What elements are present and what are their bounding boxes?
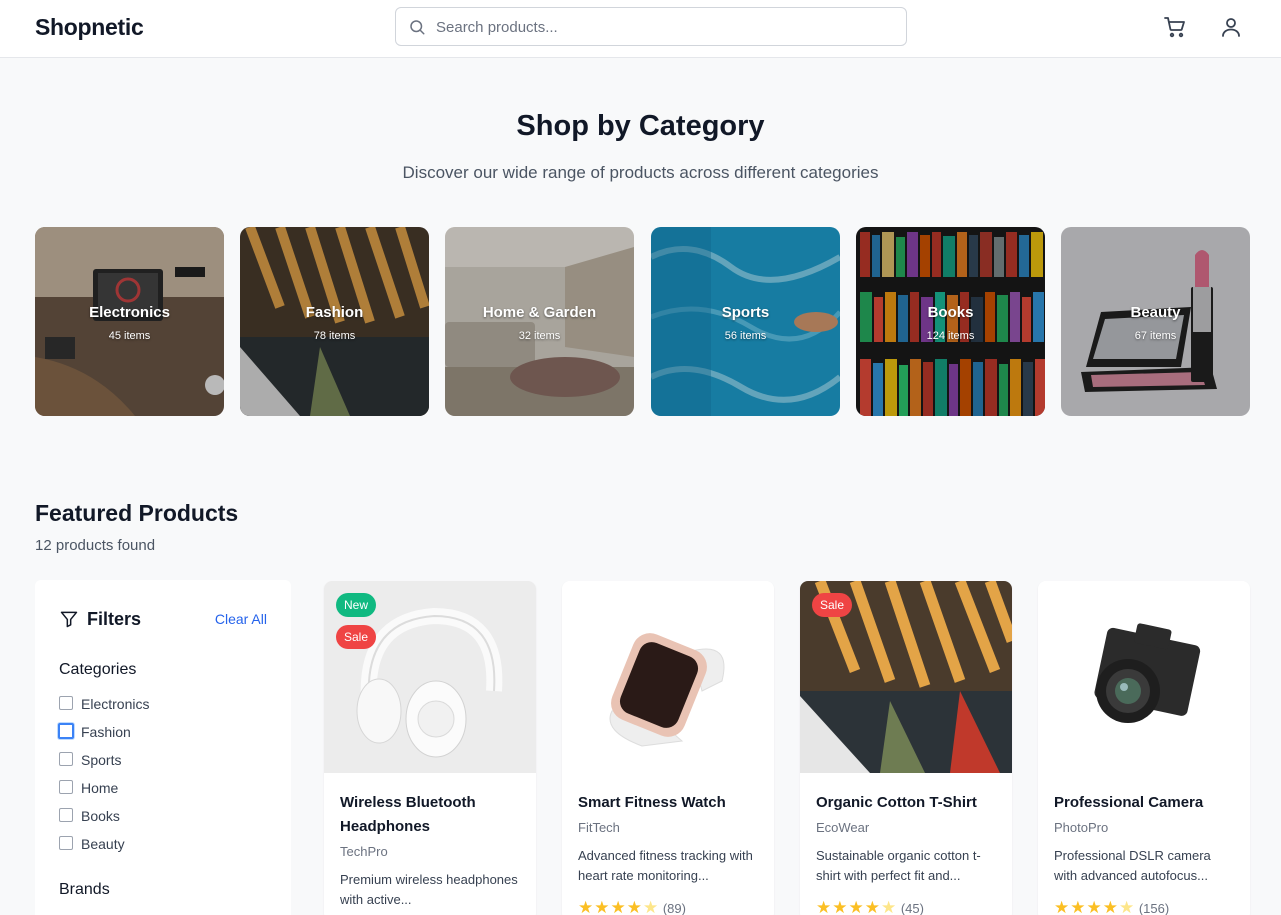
product-image[interactable]: [562, 581, 774, 773]
product-description: Professional DSLR camera with advanced a…: [1054, 848, 1211, 883]
brands-label: Brands: [59, 881, 110, 898]
category-card-fashion[interactable]: Fashion 78 items: [240, 227, 429, 416]
checkbox[interactable]: [59, 808, 73, 822]
image-overlay: [35, 227, 224, 416]
logo[interactable]: Shopnetic: [35, 14, 144, 41]
filter-option-label: Books: [81, 808, 120, 824]
category-count: 124 items: [926, 330, 975, 342]
product-image[interactable]: New Sale: [324, 581, 536, 773]
product-brand: FitTech: [578, 820, 620, 835]
category-name: Home & Garden: [482, 304, 597, 321]
image-overlay: [1061, 227, 1250, 416]
star-icon: ★★★★: [816, 898, 881, 915]
checkbox[interactable]: [59, 836, 73, 850]
star-icon: ★★★★: [1054, 898, 1119, 915]
category-count: 45 items: [108, 330, 151, 342]
category-card-home-garden[interactable]: Home & Garden 32 items: [445, 227, 634, 416]
product-brand: PhotoPro: [1054, 820, 1109, 835]
product-rating: ★★★★★ (156): [1054, 898, 1169, 915]
review-count: (156): [1138, 901, 1170, 915]
category-count: 78 items: [313, 330, 356, 342]
category-name: Sports: [721, 304, 770, 321]
product-card[interactable]: Sale Organic Cotton T-Shirt EcoWear Sust…: [800, 581, 1012, 915]
top-header: Shopnetic: [0, 0, 1281, 58]
category-name: Fashion: [305, 304, 364, 321]
image-overlay: [651, 227, 840, 416]
image-overlay: [445, 227, 634, 416]
category-name: Electronics: [89, 304, 170, 321]
cart-icon[interactable]: [1163, 15, 1187, 39]
product-brand: TechPro: [340, 844, 388, 859]
product-description: Premium wireless headphones with active.…: [340, 872, 518, 907]
section-subtitle: Discover our wide range of products acro…: [402, 163, 879, 182]
product-name[interactable]: Professional Camera: [1054, 791, 1239, 815]
category-card-electronics[interactable]: Electronics 45 items: [35, 227, 224, 416]
star-half-icon: ★: [1118, 898, 1136, 915]
filter-option-label: Home: [81, 780, 119, 796]
filter-icon: [60, 611, 78, 628]
user-icon[interactable]: [1219, 15, 1243, 39]
search-bar[interactable]: [395, 7, 907, 46]
smartwatch-image: [562, 581, 774, 773]
filters-title: Filters: [87, 609, 142, 629]
checkbox[interactable]: [59, 780, 73, 794]
star-icon: ★★★★: [578, 898, 643, 915]
filter-option-label: Beauty: [81, 836, 125, 852]
product-name[interactable]: Wireless Bluetooth Headphones: [340, 791, 525, 839]
review-count: (89): [662, 901, 686, 915]
checkbox[interactable]: [59, 752, 73, 766]
filter-option-label: Sports: [81, 752, 122, 768]
featured-title: Featured Products: [35, 500, 239, 526]
review-count: (45): [900, 901, 924, 915]
product-card[interactable]: Smart Fitness Watch FitTech Advanced fit…: [562, 581, 774, 915]
product-card[interactable]: New Sale Wireless Bluetooth Headphones T…: [324, 581, 536, 915]
star-half-icon: ★: [642, 898, 660, 915]
image-overlay: [240, 227, 429, 416]
product-rating: ★★★★★ (45): [816, 898, 924, 915]
product-image[interactable]: [1038, 581, 1250, 773]
filters-panel: Filters Clear All Categories Electronics…: [35, 580, 291, 915]
badge-sale: Sale: [336, 625, 377, 649]
filter-option-label: Fashion: [81, 724, 131, 740]
checkbox[interactable]: [58, 723, 74, 739]
category-count: 32 items: [518, 330, 561, 342]
product-description: Advanced fitness tracking with heart rat…: [578, 848, 753, 883]
product-card[interactable]: Professional Camera PhotoPro Professiona…: [1038, 581, 1250, 915]
category-card-books[interactable]: Books 124 items: [856, 227, 1045, 416]
product-image[interactable]: Sale: [800, 581, 1012, 773]
category-count: 67 items: [1134, 330, 1177, 342]
search-icon: [410, 20, 425, 35]
products-count: 12 products found: [35, 537, 156, 554]
categories-label: Categories: [59, 661, 137, 678]
badge-new: New: [336, 593, 377, 617]
badge-sale: Sale: [812, 593, 853, 617]
star-half-icon: ★: [880, 898, 898, 915]
category-card-sports[interactable]: Sports 56 items: [651, 227, 840, 416]
category-name: Books: [927, 304, 974, 321]
product-name[interactable]: Smart Fitness Watch: [578, 791, 763, 815]
filter-option-label: Electronics: [81, 696, 150, 712]
product-name[interactable]: Organic Cotton T-Shirt: [816, 791, 1001, 815]
search-input[interactable]: [436, 17, 886, 37]
checkbox[interactable]: [59, 696, 73, 710]
image-overlay: [856, 227, 1045, 416]
product-description: Sustainable organic cotton t-shirt with …: [816, 848, 981, 883]
camera-image: [1038, 581, 1250, 773]
category-name: Beauty: [1130, 304, 1181, 321]
product-brand: EcoWear: [816, 820, 870, 835]
clear-all-button[interactable]: Clear All: [215, 611, 267, 627]
section-title: Shop by Category: [516, 110, 765, 142]
category-card-beauty[interactable]: Beauty 67 items: [1061, 227, 1250, 416]
category-count: 56 items: [724, 330, 767, 342]
product-rating: ★★★★★ (89): [578, 898, 686, 915]
